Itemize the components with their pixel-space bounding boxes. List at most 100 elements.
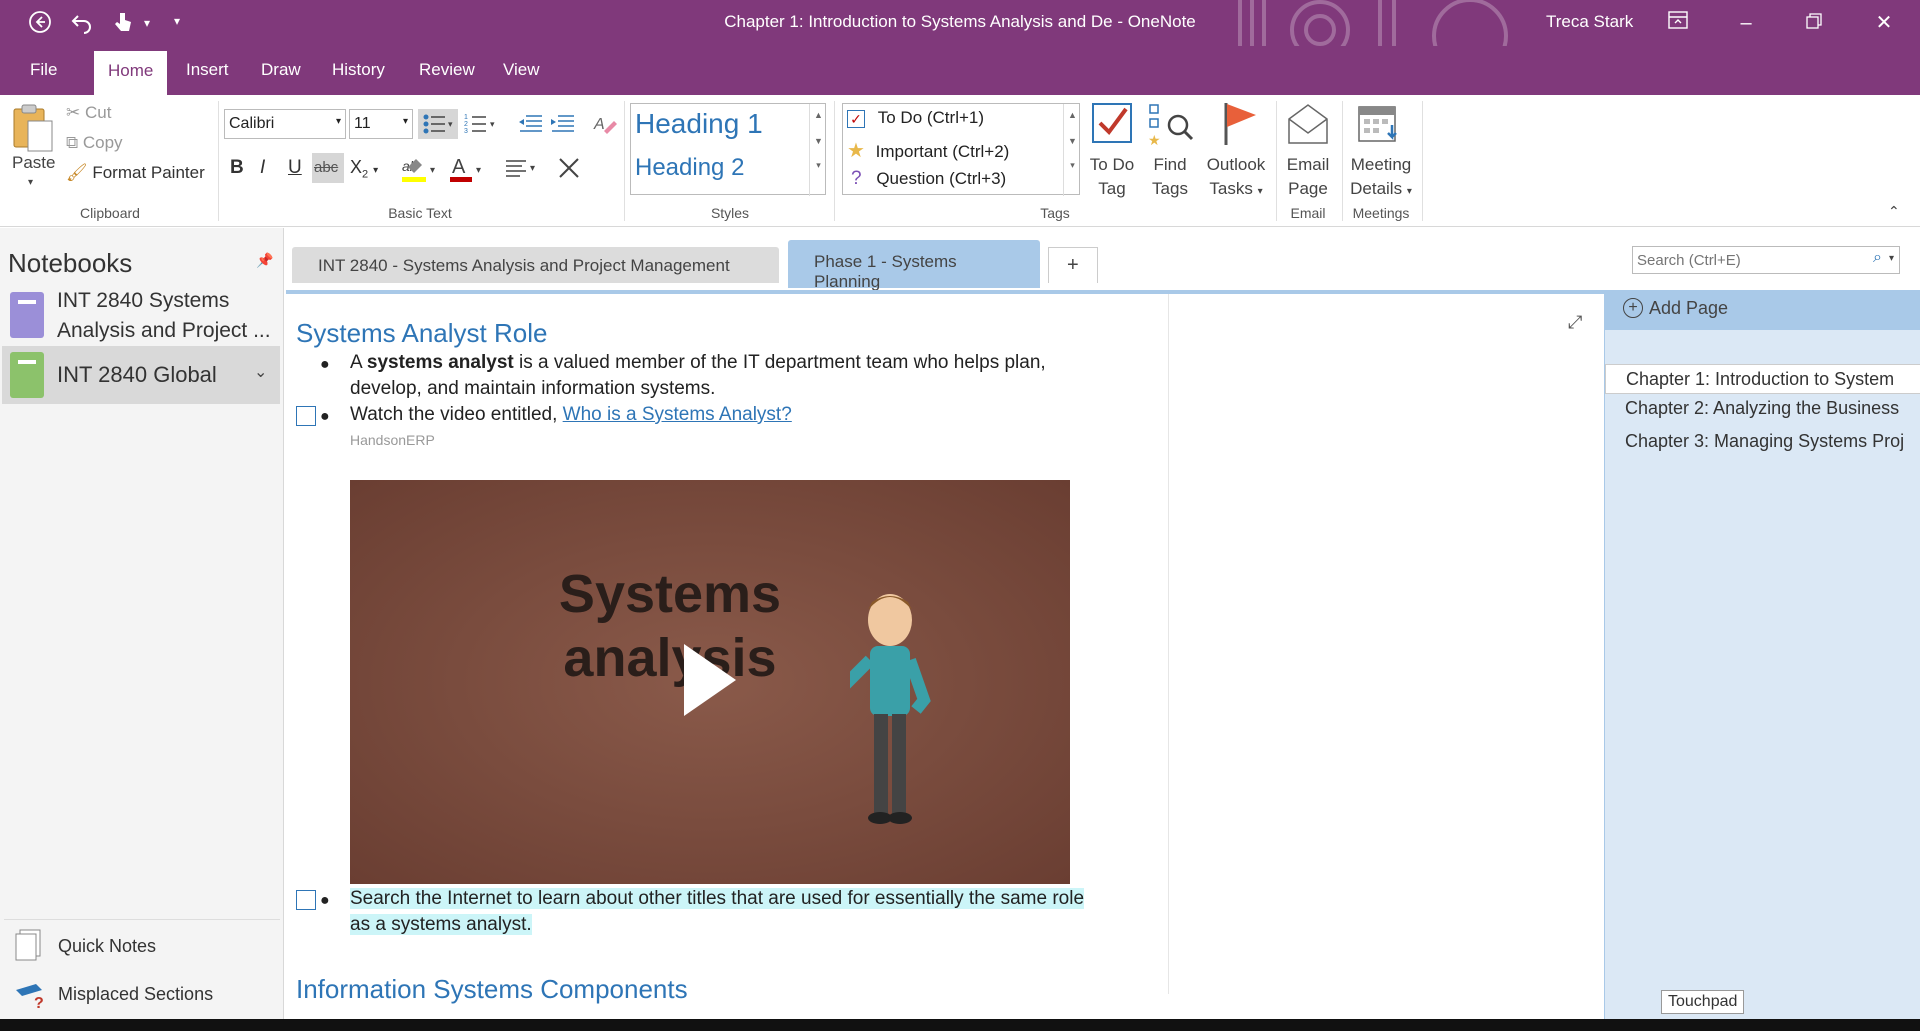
bullets-button[interactable]: ▾ <box>418 109 458 139</box>
increase-indent-icon[interactable] <box>548 109 576 142</box>
notebook-item-selected[interactable]: INT 2840 Global ⌄ <box>2 346 280 404</box>
chevron-down-icon[interactable]: ▾ <box>1889 253 1894 264</box>
underline-button[interactable]: U <box>288 157 302 179</box>
search-icon[interactable]: ⌕ <box>1873 249 1882 267</box>
todo-checkbox[interactable] <box>296 406 316 426</box>
style-heading-1[interactable]: Heading 1 <box>635 108 763 140</box>
taskbar-edge <box>0 1019 1920 1031</box>
page-canvas[interactable]: ⤢ Systems Analyst Role ● A systems analy… <box>286 290 1604 1019</box>
minimize-icon[interactable]: – <box>1724 8 1768 38</box>
cut-button[interactable]: ✂ Cut <box>66 103 111 123</box>
copy-button[interactable]: ⧉ Copy <box>66 133 123 153</box>
close-icon[interactable]: ✕ <box>1862 8 1906 38</box>
section-tab-phase1[interactable]: Phase 1 - Systems Planning <box>788 240 1040 291</box>
misplaced-sections-icon: ? <box>16 984 44 1012</box>
tab-history[interactable]: History <box>332 60 385 80</box>
page-item[interactable]: Chapter 3: Managing Systems Proj <box>1605 431 1920 452</box>
page-item-active[interactable]: Chapter 1: Introduction to System <box>1605 364 1920 394</box>
align-button[interactable]: ▾ <box>502 153 542 188</box>
add-page-button[interactable]: + Add Page <box>1605 290 1920 330</box>
page-heading[interactable]: Systems Analyst Role <box>296 318 547 349</box>
todo-tag-icon[interactable] <box>1090 101 1134 147</box>
decrease-indent-icon[interactable] <box>516 109 544 142</box>
font-size-value: 11 <box>354 115 371 132</box>
todo-checkbox[interactable] <box>296 890 316 910</box>
chevron-down-icon[interactable]: ▾ <box>28 177 33 188</box>
tags-gallery[interactable]: ✓ To Do (Ctrl+1) ★ Important (Ctrl+2) ? … <box>842 103 1081 196</box>
style-heading-2[interactable]: Heading 2 <box>635 154 744 182</box>
separator <box>1276 101 1277 221</box>
restore-icon[interactable] <box>1792 8 1836 38</box>
touchpad-tooltip: Touchpad <box>1661 990 1745 1014</box>
tag-question[interactable]: ? Question (Ctrl+3) <box>847 168 1006 190</box>
basic-text-group-label: Basic Text <box>388 205 452 221</box>
italic-button[interactable]: I <box>260 157 265 179</box>
video-embed[interactable]: Systems analysis <box>350 480 1070 884</box>
video-link[interactable]: Who is a Systems Analyst? <box>563 404 792 425</box>
gallery-scroll[interactable]: ▲ ▼ ▾ <box>809 104 827 196</box>
font-size-select[interactable]: 11 ▾ <box>349 109 413 139</box>
email-group-label: Email <box>1290 205 1326 221</box>
strikethrough-button[interactable]: abc <box>312 153 344 183</box>
pages-pane: + Add Page Chapter 1: Introduction to Sy… <box>1604 290 1920 1019</box>
expand-page-icon[interactable]: ⤢ <box>1568 312 1582 333</box>
highlight-color-button[interactable]: ab▾ <box>398 153 444 190</box>
divider <box>4 919 280 920</box>
meeting-details-icon[interactable] <box>1356 101 1404 152</box>
gallery-scroll[interactable]: ▲ ▼ ▾ <box>1063 104 1081 196</box>
user-name[interactable]: Treca Stark <box>1546 12 1633 32</box>
search-box[interactable]: ⌕ ▾ <box>1632 246 1900 274</box>
font-color-button[interactable]: A ▾ <box>448 153 488 190</box>
play-icon[interactable] <box>680 640 740 725</box>
find-tags-button[interactable]: Find Tags <box>1146 153 1194 201</box>
notebook-item[interactable]: INT 2840 Systems Analysis and Project ..… <box>0 286 280 348</box>
clear-formatting-icon[interactable]: A <box>592 111 618 142</box>
add-section-button[interactable]: + <box>1048 247 1098 283</box>
ribbon-display-options-icon[interactable] <box>1656 8 1700 38</box>
video-source: HandsonERP <box>350 432 435 448</box>
tab-draw[interactable]: Draw <box>261 60 301 80</box>
find-tags-icon[interactable]: ★ <box>1148 103 1194 154</box>
meeting-details-button[interactable]: Meeting Details ▾ <box>1344 153 1418 204</box>
email-page-button[interactable]: Email Page <box>1280 153 1336 201</box>
page-item[interactable]: Chapter 2: Analyzing the Business <box>1605 398 1920 419</box>
svg-text:3: 3 <box>464 128 468 135</box>
tab-home[interactable]: Home <box>94 51 168 95</box>
pin-icon[interactable]: 📌 <box>256 252 273 269</box>
flag-icon[interactable] <box>1220 101 1260 152</box>
tab-review[interactable]: Review <box>419 60 475 80</box>
email-envelope-icon[interactable] <box>1286 101 1330 152</box>
misplaced-sections-item[interactable]: ? Misplaced Sections <box>14 980 213 1015</box>
tab-insert[interactable]: Insert <box>186 60 229 80</box>
checkbox-checked-icon: ✓ <box>847 109 865 128</box>
chevron-down-icon: ▾ <box>1257 186 1263 197</box>
styles-group-label: Styles <box>710 205 750 221</box>
bullet-text-3[interactable]: Search the Internet to learn about other… <box>350 886 1150 938</box>
text-run: develop, and maintain information system… <box>350 378 716 399</box>
bullet-text-1[interactable]: A systems analyst is a valued member of … <box>350 350 1110 402</box>
section-tab-int2840[interactable]: INT 2840 - Systems Analysis and Project … <box>292 247 779 283</box>
chevron-down-icon[interactable]: ⌄ <box>254 362 267 382</box>
todo-tag-button[interactable]: To Do Tag <box>1088 153 1136 201</box>
quick-notes-item[interactable]: Quick Notes <box>14 928 156 967</box>
meeting-details-label-2: Details <box>1350 179 1403 198</box>
bold-button[interactable]: B <box>230 157 244 179</box>
format-painter-button[interactable]: 🖌 Format Painter <box>66 163 205 183</box>
page-heading-2[interactable]: Information Systems Components <box>296 974 688 1006</box>
tag-todo[interactable]: ✓ To Do (Ctrl+1) <box>847 108 984 128</box>
outlook-tasks-button[interactable]: Outlook Tasks ▾ <box>1200 153 1272 204</box>
numbering-button[interactable]: 1 2 3 ▾ <box>462 109 502 139</box>
tab-view[interactable]: View <box>503 60 540 80</box>
paste-icon[interactable] <box>10 103 56 158</box>
styles-gallery[interactable]: Heading 1 Heading 2 ▲ ▼ ▾ <box>630 103 827 196</box>
clear-all-formatting-icon[interactable] <box>556 155 582 186</box>
search-input[interactable] <box>1637 250 1857 270</box>
bullet-text-2[interactable]: Watch the video entitled, Who is a Syste… <box>350 402 1110 428</box>
collapse-ribbon-icon[interactable]: ⌃ <box>1888 203 1900 220</box>
font-family-select[interactable]: Calibri ▾ <box>224 109 346 139</box>
question-icon: ? <box>851 168 862 189</box>
subscript-button[interactable]: X2 ▾ <box>350 157 378 181</box>
tab-file[interactable]: File <box>30 60 57 80</box>
paste-button[interactable]: Paste <box>12 153 55 173</box>
tag-important[interactable]: ★ Important (Ctrl+2) <box>847 138 1009 163</box>
